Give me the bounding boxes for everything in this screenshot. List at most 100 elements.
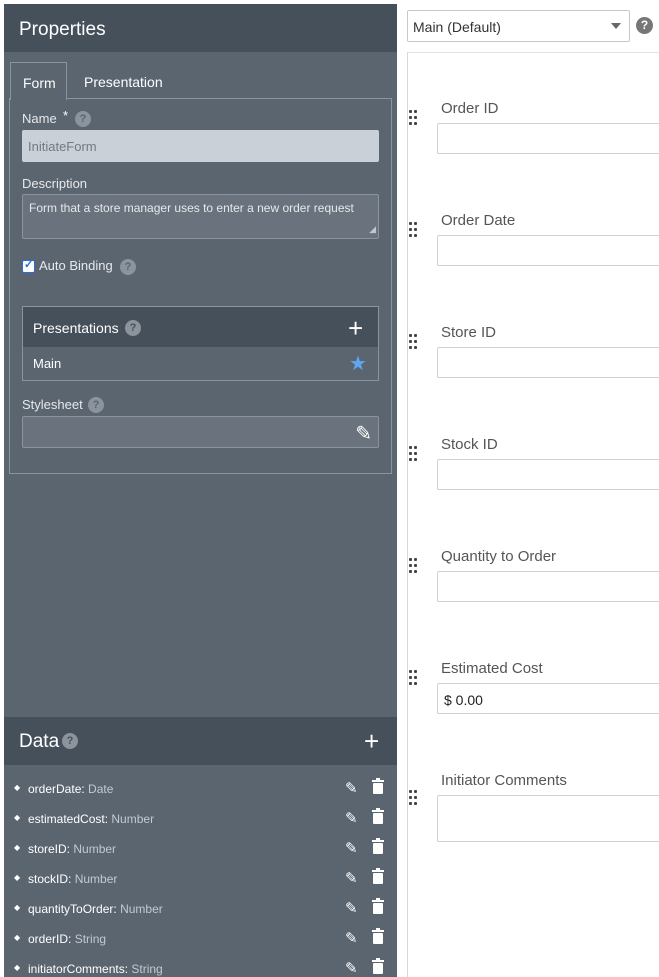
stylesheet-help-icon[interactable]: ? [88, 397, 104, 413]
data-item-type: Number [120, 902, 163, 916]
quantity-input[interactable] [437, 571, 659, 602]
drag-handle-icon[interactable] [409, 222, 417, 242]
data-item-type: String [74, 932, 107, 946]
order-date-input[interactable] [437, 235, 659, 266]
presentations-box: Presentations ? + Main ★ [22, 306, 379, 381]
edit-pencil-icon[interactable]: ✎ [345, 869, 358, 887]
data-item-type: String [131, 962, 163, 976]
auto-binding-label: Auto Binding [39, 258, 113, 273]
data-item[interactable]: ◆ quantityToOrder: Number ✎ [4, 894, 397, 924]
add-data-plus-icon[interactable]: + [364, 728, 379, 754]
data-item[interactable]: ◆ initiatorComments: String ✎ [4, 954, 397, 977]
presentations-header: Presentations ? + [23, 307, 378, 347]
data-title: Data [19, 731, 60, 752]
resize-handle-icon[interactable]: ◢ [369, 222, 376, 237]
order-id-input[interactable] [437, 123, 659, 154]
name-label: Name [22, 111, 57, 126]
bullet-icon: ◆ [14, 873, 21, 882]
data-item-name: initiatorComments: [28, 962, 129, 976]
edit-stylesheet-pencil-icon[interactable]: ✎ [355, 421, 372, 446]
data-item-name: quantityToOrder: [28, 902, 117, 916]
drag-handle-icon[interactable] [409, 790, 417, 810]
data-item[interactable]: ◆ stockID: Number ✎ [4, 864, 397, 894]
delete-trash-icon[interactable] [372, 958, 384, 974]
presentation-select-value: Main (Default) [413, 19, 501, 35]
field-label: Order ID [441, 100, 499, 117]
stylesheet-input[interactable]: ✎ [22, 416, 379, 448]
data-help-icon[interactable]: ? [62, 733, 78, 749]
bullet-icon: ◆ [14, 933, 21, 942]
delete-trash-icon[interactable] [372, 928, 384, 944]
delete-trash-icon[interactable] [372, 868, 384, 884]
description-label: Description [22, 176, 88, 191]
edit-pencil-icon[interactable]: ✎ [345, 809, 358, 827]
data-item-type: Number [111, 812, 155, 826]
add-presentation-plus-icon[interactable]: + [348, 315, 363, 341]
data-item-name: estimatedCost: [28, 812, 109, 826]
data-item-name: orderID: [28, 932, 72, 946]
bullet-icon: ◆ [14, 963, 21, 972]
presentation-item-label: Main [33, 356, 62, 371]
bullet-icon: ◆ [14, 843, 21, 852]
field-label: Order Date [441, 212, 516, 229]
data-item-type: Date [88, 782, 114, 796]
delete-trash-icon[interactable] [372, 838, 384, 854]
store-id-input[interactable] [437, 347, 659, 378]
edit-pencil-icon[interactable]: ✎ [345, 929, 358, 947]
data-item-type: Number [74, 872, 118, 886]
drag-handle-icon[interactable] [409, 670, 417, 690]
field-label: Quantity to Order [441, 548, 557, 565]
tab-presentation[interactable]: Presentation [72, 62, 182, 100]
properties-title: Properties [19, 19, 106, 40]
edit-pencil-icon[interactable]: ✎ [345, 959, 358, 977]
drag-handle-icon[interactable] [409, 446, 417, 466]
check-icon: ✓ [24, 259, 34, 271]
drag-handle-icon[interactable] [409, 110, 417, 130]
field-label: Initiator Comments [441, 772, 567, 789]
edit-pencil-icon[interactable]: ✎ [345, 899, 358, 917]
properties-panel: Properties Form Presentation Name * ? In… [4, 4, 397, 977]
chevron-down-icon [611, 23, 621, 29]
name-help-icon[interactable]: ? [75, 111, 91, 127]
name-input[interactable]: InitiateForm [22, 130, 379, 162]
default-star-icon[interactable]: ★ [349, 351, 367, 376]
data-item[interactable]: ◆ orderDate: Date ✎ [4, 774, 397, 804]
data-header: Data ? + [4, 717, 397, 765]
data-list: ◆ orderDate: Date ✎ ◆ estimatedCost: Num… [4, 765, 397, 977]
delete-trash-icon[interactable] [372, 778, 384, 794]
field-label: Stock ID [441, 436, 498, 453]
stock-id-input[interactable] [437, 459, 659, 490]
initiator-comments-textarea[interactable] [437, 795, 659, 842]
auto-binding-checkbox[interactable]: ✓ [22, 259, 35, 273]
delete-trash-icon[interactable] [372, 898, 384, 914]
bullet-icon: ◆ [14, 813, 21, 822]
description-textarea[interactable]: Form that a store manager uses to enter … [22, 194, 379, 239]
field-label: Estimated Cost [441, 660, 543, 677]
drag-handle-icon[interactable] [409, 558, 417, 578]
stylesheet-label: Stylesheet [22, 397, 83, 412]
data-item[interactable]: ◆ storeID: Number ✎ [4, 834, 397, 864]
data-item-type: Number [73, 842, 117, 856]
field-label: Store ID [441, 324, 497, 341]
delete-trash-icon[interactable] [372, 808, 384, 824]
data-item[interactable]: ◆ orderID: String ✎ [4, 924, 397, 954]
presentation-item-main[interactable]: Main ★ [23, 347, 378, 380]
tab-form[interactable]: Form [10, 62, 67, 100]
description-text: Form that a store manager uses to enter … [29, 201, 354, 215]
estimated-cost-input[interactable]: $ 0.00 [437, 683, 659, 714]
presentation-help-icon[interactable]: ? [636, 17, 653, 34]
bullet-icon: ◆ [14, 783, 21, 792]
auto-binding-help-icon[interactable]: ? [120, 259, 136, 275]
data-item-name: stockID: [28, 872, 72, 886]
bullet-icon: ◆ [14, 903, 21, 912]
data-item-name: storeID: [28, 842, 71, 856]
presentations-help-icon[interactable]: ? [125, 320, 141, 336]
presentation-select[interactable]: Main (Default) [407, 10, 630, 42]
drag-handle-icon[interactable] [409, 334, 417, 354]
data-item[interactable]: ◆ estimatedCost: Number ✎ [4, 804, 397, 834]
edit-pencil-icon[interactable]: ✎ [345, 779, 358, 797]
data-item-name: orderDate: [28, 782, 85, 796]
edit-pencil-icon[interactable]: ✎ [345, 839, 358, 857]
required-marker: * [63, 108, 69, 123]
properties-header: Properties [4, 4, 397, 52]
